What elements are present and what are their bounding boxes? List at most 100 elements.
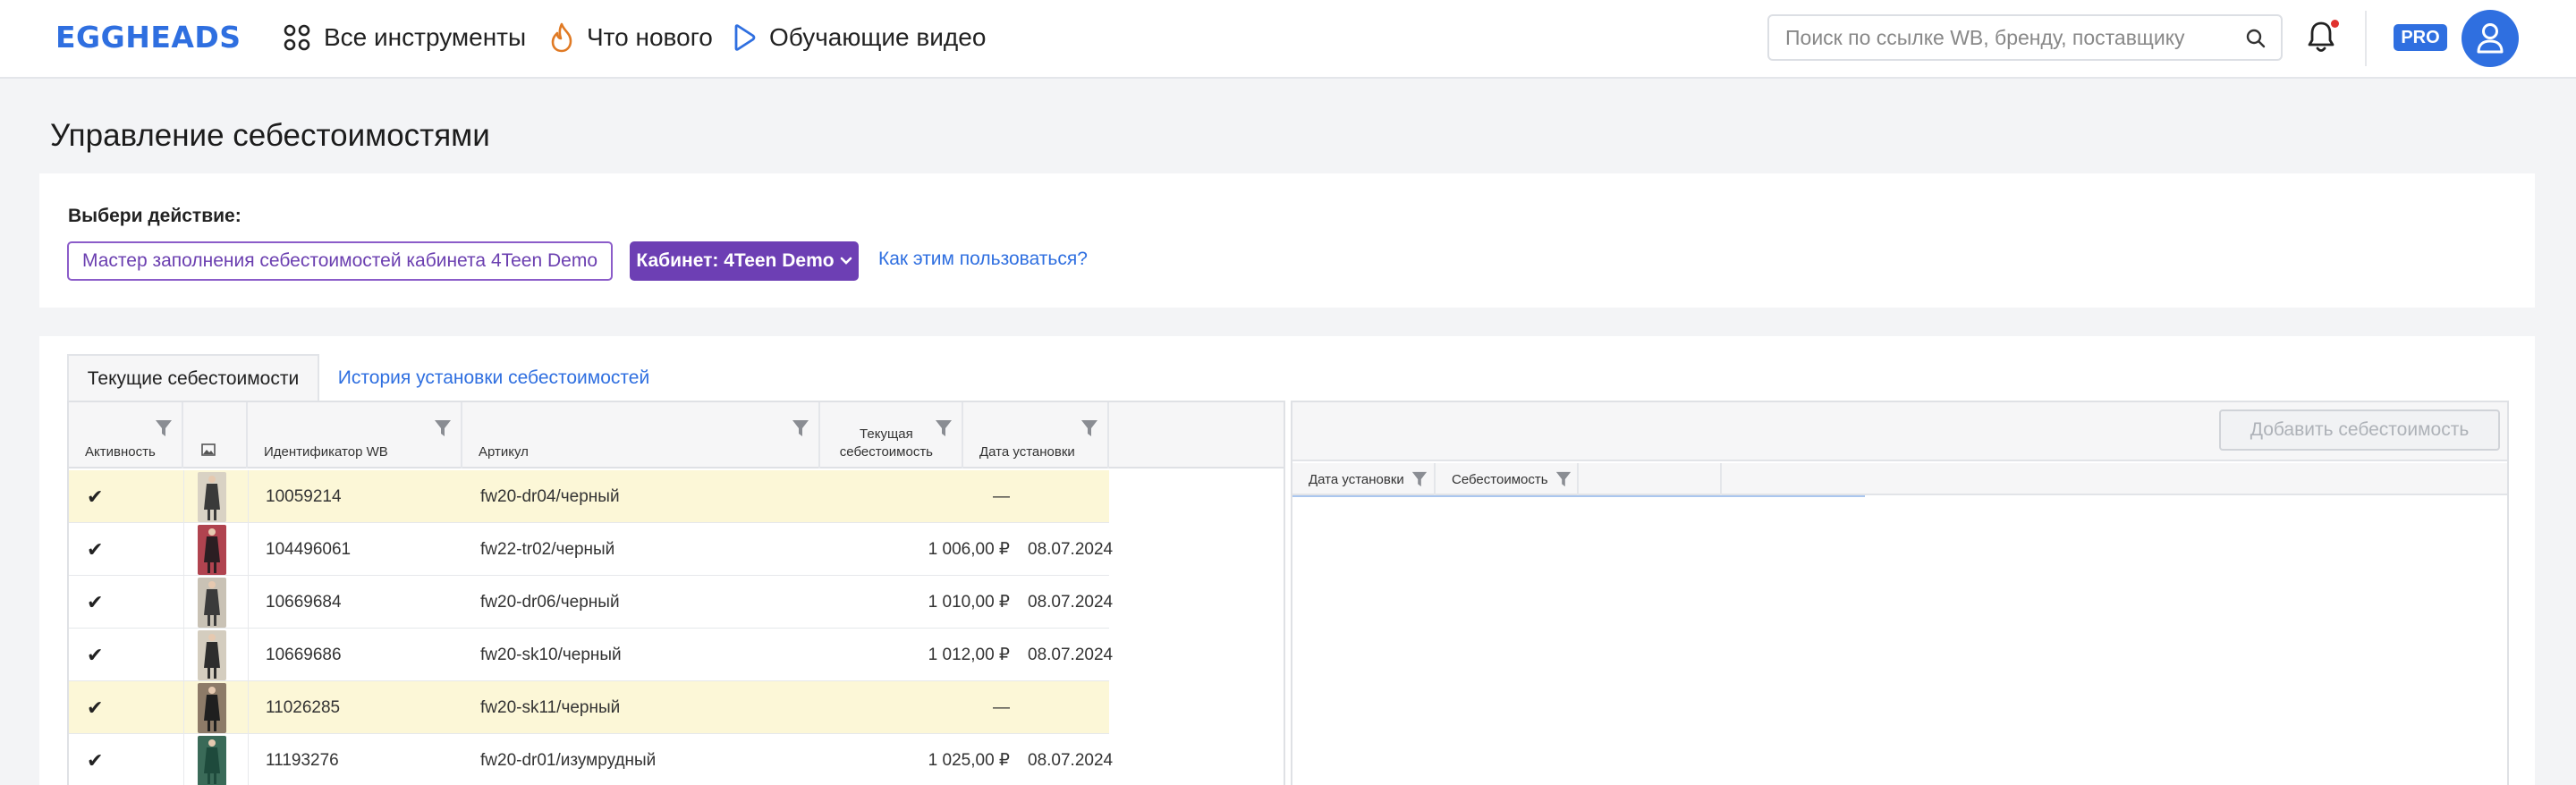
active-check[interactable]: ✔ xyxy=(87,523,103,576)
cost-wizard-button[interactable]: Мастер заполнения себестоимостей кабинет… xyxy=(67,241,613,281)
product-thumbnail[interactable] xyxy=(198,576,226,629)
cost-cell: — xyxy=(993,486,1010,506)
table-row[interactable]: ✔ 10059214 fw20-dr04/черный — xyxy=(69,470,1109,523)
wb-id-cell: 10059214 xyxy=(266,486,342,506)
notifications-button[interactable] xyxy=(2306,20,2343,57)
article-cell: fw20-sk10/черный xyxy=(480,645,622,664)
column-article-label: Артикул xyxy=(479,444,529,460)
filter-icon[interactable] xyxy=(792,418,809,438)
row-divider xyxy=(248,681,249,734)
top-header: EGGHEADS Все инструменты Что нового Обуч… xyxy=(0,0,2576,79)
row-divider xyxy=(183,470,184,523)
row-divider xyxy=(183,681,184,734)
cost-cell: 1 012,00 ₽ xyxy=(928,646,1010,664)
date-cell: 08.07.2024 xyxy=(1028,592,1114,612)
history-grid-header: Дата установки Себестоимость xyxy=(1292,463,2507,495)
filter-icon[interactable] xyxy=(1555,470,1572,488)
product-thumbnail[interactable] xyxy=(198,523,226,576)
nav-whats-new-label: Что нового xyxy=(587,23,713,51)
column-current-cost[interactable]: Текущая себестоимость xyxy=(820,402,963,468)
product-image xyxy=(198,524,226,575)
flame-icon xyxy=(551,22,572,53)
filter-icon[interactable] xyxy=(1411,470,1428,488)
product-thumbnail[interactable] xyxy=(198,681,226,734)
filter-icon[interactable] xyxy=(155,418,173,438)
add-cost-button[interactable]: Добавить себестоимость xyxy=(2219,409,2500,451)
row-divider xyxy=(183,576,184,629)
row-divider xyxy=(183,734,184,785)
cabinet-select-button[interactable]: Кабинет: 4Teen Demo xyxy=(630,241,859,281)
cost-history-panel: Добавить себестоимость Дата установки Се… xyxy=(1291,401,2509,785)
row-divider xyxy=(248,470,249,523)
chevron-down-icon xyxy=(840,257,852,265)
active-check[interactable]: ✔ xyxy=(87,681,103,734)
product-thumbnail[interactable] xyxy=(198,470,226,523)
table-row[interactable]: ✔ 104496061 fw22-tr02/черный 1 006,00 ₽ 08.0… xyxy=(69,523,1113,576)
product-thumbnail[interactable] xyxy=(198,629,226,681)
product-image xyxy=(198,471,226,522)
article-cell: fw20-dr04/черный xyxy=(480,486,620,506)
product-thumbnail[interactable] xyxy=(198,734,226,785)
current-costs-grid: Активность Идентификатор WB Артикул Теку… xyxy=(67,401,1285,785)
table-row[interactable]: ✔ 11026285 fw20-sk11/черный — xyxy=(69,681,1109,734)
active-check[interactable]: ✔ xyxy=(87,576,103,629)
column-date-label: Дата установки xyxy=(979,444,1075,460)
table-row[interactable]: ✔ 10669686 fw20-sk10/черный 1 012,00 ₽ 08.07… xyxy=(69,629,1113,681)
user-icon xyxy=(2477,23,2504,54)
column-wb-id-label: Идентификатор WB xyxy=(264,444,388,460)
column-article[interactable]: Артикул xyxy=(462,402,820,468)
notification-dot xyxy=(2331,20,2339,28)
history-column-date[interactable]: Дата установки xyxy=(1292,463,1436,495)
action-card: Выбери действие: Мастер заполнения себес… xyxy=(39,173,2535,308)
user-avatar-button[interactable] xyxy=(2462,10,2519,67)
logo[interactable]: EGGHEADS xyxy=(55,20,242,55)
active-check[interactable]: ✔ xyxy=(87,734,103,785)
history-column-cost-label: Себестоимость xyxy=(1452,471,1548,487)
article-cell: fw22-tr02/черный xyxy=(480,539,615,559)
article-cell: fw20-sk11/черный xyxy=(480,697,621,717)
wb-id-cell: 104496061 xyxy=(266,539,352,559)
history-toolbar: Добавить себестоимость xyxy=(1292,402,2507,461)
column-activity[interactable]: Активность xyxy=(69,402,183,468)
active-check[interactable]: ✔ xyxy=(87,470,103,523)
wb-id-cell: 10669686 xyxy=(266,645,342,664)
active-check[interactable]: ✔ xyxy=(87,629,103,681)
tab-cost-history[interactable]: История установки себестоимостей xyxy=(322,354,665,402)
date-cell: 08.07.2024 xyxy=(1028,750,1114,770)
nav-all-tools[interactable]: Все инструменты xyxy=(283,20,526,55)
search-input[interactable] xyxy=(1785,23,2215,52)
column-date[interactable]: Дата установки xyxy=(963,402,1109,468)
cabinet-select-label: Кабинет: 4Teen Demo xyxy=(636,250,835,271)
pro-badge: PRO xyxy=(2394,24,2447,51)
row-divider xyxy=(248,629,249,681)
tab-current-costs[interactable]: Текущие себестоимости xyxy=(67,354,319,402)
history-column-empty xyxy=(1579,463,1722,495)
search-icon[interactable] xyxy=(2245,28,2267,49)
nav-all-tools-label: Все инструменты xyxy=(324,23,527,51)
nav-whats-new[interactable]: Что нового xyxy=(549,20,713,55)
cost-cell: 1 025,00 ₽ xyxy=(928,751,1010,770)
history-column-date-label: Дата установки xyxy=(1309,471,1404,487)
date-cell: 08.07.2024 xyxy=(1028,645,1114,664)
product-image xyxy=(198,629,226,680)
action-label: Выбери действие: xyxy=(68,206,242,226)
nav-training-videos-label: Обучающие видео xyxy=(769,23,987,51)
table-row[interactable]: ✔ 11193276 fw20-dr01/изумрудный 1 025,00 ₽ 0… xyxy=(69,734,1113,785)
column-current-cost-line2: себестоимость xyxy=(839,444,933,460)
nav-training-videos[interactable]: Обучающие видео xyxy=(732,20,986,55)
howto-link[interactable]: Как этим пользоваться? xyxy=(878,249,1088,270)
column-image xyxy=(183,402,248,468)
history-column-cost[interactable]: Себестоимость xyxy=(1436,463,1579,495)
filter-icon[interactable] xyxy=(434,418,452,438)
wb-id-cell: 11193276 xyxy=(266,750,339,770)
column-wb-id[interactable]: Идентификатор WB xyxy=(248,402,462,468)
filter-icon[interactable] xyxy=(1080,418,1098,438)
filter-icon[interactable] xyxy=(935,418,953,438)
row-divider xyxy=(183,629,184,681)
column-activity-label: Активность xyxy=(85,444,156,460)
article-cell: fw20-dr01/изумрудный xyxy=(480,750,657,770)
product-image xyxy=(198,735,226,785)
wb-id-cell: 11026285 xyxy=(266,697,341,717)
table-row[interactable]: ✔ 10669684 fw20-dr06/черный 1 010,00 ₽ 08.07… xyxy=(69,576,1113,629)
play-icon xyxy=(734,24,756,51)
